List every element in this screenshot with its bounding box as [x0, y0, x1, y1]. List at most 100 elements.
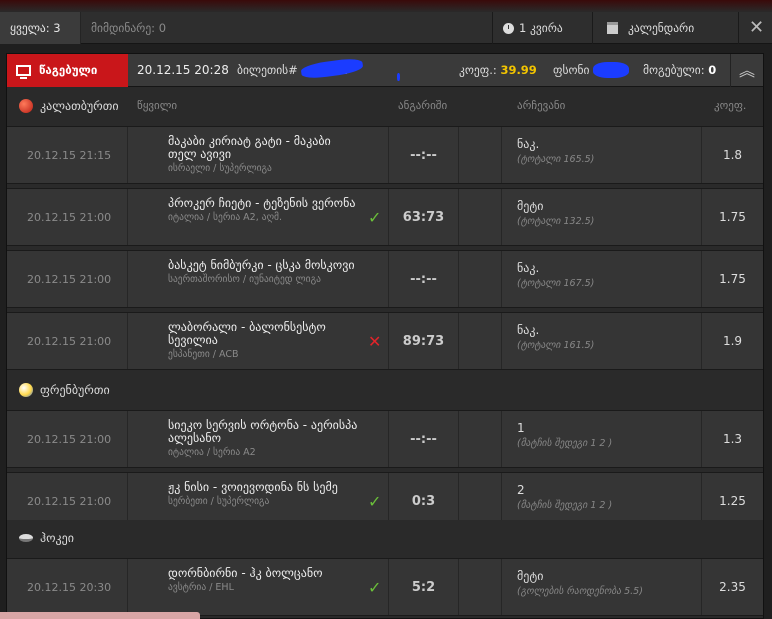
- event-cell: სიეკო სერვის ორტონა - აერისპა ალესანო იტ…: [128, 411, 389, 467]
- bet-row: 20.12.15 20:30 დორნბირნი - ჰკ ბოლცანო ავ…: [7, 558, 763, 616]
- ticket-status-badge: წაგებული: [7, 54, 128, 87]
- event-score: 89:73: [389, 313, 459, 369]
- bet-odd: 2.35: [719, 580, 746, 594]
- event-date: 20.12.15 21:00: [7, 313, 128, 369]
- event-date: 20.12.15 20:30: [7, 559, 128, 615]
- redaction-scribble: [593, 62, 629, 78]
- event-score: --:--: [389, 251, 459, 307]
- ticket-odds-label: კოეფ.:: [459, 63, 497, 77]
- event-name: ბასკეტ ნიმბურკი - ცსკა მოსკოვი: [168, 258, 355, 272]
- calendar-button[interactable]: კალენდარი: [592, 12, 738, 44]
- ticket-stake-label: ფსონი: [553, 63, 590, 77]
- bet-odd: 1.75: [719, 272, 746, 286]
- event-cell: მაკაბი კირიატ გატი - მაკაბი თელ ავივი ის…: [128, 127, 389, 183]
- event-date: 20.12.15 21:00: [7, 411, 128, 467]
- bet-choice: ნაკ.: [517, 323, 540, 337]
- ticket-card: წაგებული 20.12.15 20:28 ბილეთის# 36 კოეფ…: [6, 53, 764, 619]
- event-cell: ბასკეტ ნიმბურკი - ცსკა მოსკოვი საერთაშორ…: [128, 251, 389, 307]
- event-name: დორნბირნი - ჰკ ბოლცანო: [168, 566, 323, 580]
- event-score: 63:73: [389, 189, 459, 245]
- collapse-button[interactable]: ︽: [730, 54, 763, 87]
- ticket-win: მოგებული: 0: [643, 54, 716, 87]
- column-header-odd: კოეფ.: [714, 99, 747, 112]
- bet-row: 20.12.15 21:00 ლაბორალი - ბალონსესტო სევ…: [7, 312, 763, 370]
- filter-week-label: 1 კვირა: [519, 21, 563, 35]
- bet-detail: (ტოტალი 165.5): [517, 154, 595, 165]
- event-league: იტალია / სერია A2, აღმ.: [168, 212, 283, 223]
- event-name: პროკერ ჩიეტი - ტეზენის ვერონა: [168, 196, 356, 210]
- bet-choice: 1: [517, 421, 525, 435]
- checkmark-icon: ✓: [368, 208, 382, 227]
- horizontal-scrollbar[interactable]: [0, 612, 200, 619]
- event-league: ესპანეთი / ACB: [168, 349, 239, 360]
- tab-spacer: [190, 12, 492, 43]
- monitor-icon: [16, 65, 31, 79]
- tab-all[interactable]: ყველა: 3: [0, 12, 80, 44]
- clock-icon: [503, 22, 514, 34]
- bet-cell: მეტი (ტოტალი 132.5): [502, 189, 702, 245]
- event-date: 20.12.15 21:00: [7, 189, 128, 245]
- tab-bar: ყველა: 3 მიმდინარე: 0 1 კვირა კალენდარი …: [0, 12, 772, 44]
- event-score: --:--: [389, 127, 459, 183]
- column-header-score: ანგარიში: [398, 99, 448, 112]
- bet-row: 20.12.15 21:00 ბასკეტ ნიმბურკი - ცსკა მო…: [7, 250, 763, 308]
- event-league: საერთაშორისო / იუნაიტედ ლიგა: [168, 274, 321, 285]
- event-name: მაკაბი კირიატ გატი - მაკაბი თელ ავივი: [168, 134, 331, 161]
- bet-odd: 1.8: [722, 148, 743, 162]
- bet-cell: ნაკ. (ტოტალი 167.5): [502, 251, 702, 307]
- sport-name: ჰოკეი: [40, 531, 74, 545]
- bet-detail: (მატჩის შედეგი 1 2 ): [517, 500, 613, 511]
- ticket-win-value: 0: [708, 63, 717, 77]
- bet-odd: 1.75: [719, 210, 746, 224]
- top-border: [0, 0, 772, 12]
- ticket-odds: კოეფ.: 39.99: [459, 54, 537, 87]
- bet-cell: 1 (მატჩის შედეგი 1 2 ): [502, 411, 702, 467]
- ticket-status-label: წაგებული: [39, 63, 98, 77]
- checkmark-icon: ✓: [368, 578, 382, 597]
- column-header-pair: წყვილი: [137, 99, 178, 112]
- event-score: 5:2: [389, 559, 459, 615]
- calendar-icon: [607, 22, 618, 34]
- sport-name: ფრენბურთი: [40, 383, 110, 397]
- bet-choice: 2: [517, 483, 525, 497]
- bet-choice: ნაკ.: [517, 261, 540, 275]
- checkmark-icon: ✓: [368, 492, 382, 511]
- hockey-puck-icon: [19, 534, 33, 542]
- bet-detail: (ტოტალი 132.5): [517, 216, 595, 227]
- tab-pending[interactable]: მიმდინარე: 0: [80, 12, 190, 44]
- event-name: ლაბორალი - ბალონსესტო სევილია: [168, 320, 326, 347]
- cross-icon: ✕: [368, 332, 382, 351]
- event-cell: პროკერ ჩიეტი - ტეზენის ვერონა იტალია / ს…: [128, 189, 389, 245]
- ticket-number-label: ბილეთის#: [237, 63, 298, 77]
- sport-header-basketball: კალათბურთი წყვილი ანგარიში არჩევანი კოეფ…: [7, 88, 763, 124]
- empty-cell: [459, 127, 502, 183]
- empty-cell: [459, 411, 502, 467]
- redaction-scribble: [397, 73, 400, 81]
- redaction-scribble: [300, 56, 364, 81]
- bet-choice: მეტი: [517, 199, 544, 213]
- close-button[interactable]: ✕: [738, 12, 772, 44]
- empty-cell: [459, 189, 502, 245]
- bet-cell: ნაკ. (ტოტალი 161.5): [502, 313, 702, 369]
- bet-odd: 1.3: [722, 432, 743, 446]
- bet-row: 20.12.15 21:00 პროკერ ჩიეტი - ტეზენის ვე…: [7, 188, 763, 246]
- empty-cell: [459, 313, 502, 369]
- event-date: 20.12.15 21:00: [7, 251, 128, 307]
- empty-cell: [459, 251, 502, 307]
- sport-header-hockey: ჰოკეი: [7, 520, 763, 556]
- bet-odd: 1.9: [722, 334, 743, 348]
- volleyball-icon: [19, 383, 33, 397]
- ticket-odds-value: 39.99: [500, 63, 537, 77]
- event-name: სიეკო სერვის ორტონა - აერისპა ალესანო: [168, 418, 358, 445]
- ticket-win-label: მოგებული:: [643, 63, 705, 77]
- column-header-bet: არჩევანი: [517, 99, 566, 112]
- filter-week-button[interactable]: 1 კვირა: [492, 12, 592, 44]
- empty-cell: [459, 559, 502, 615]
- bet-cell: ნაკ. (ტოტალი 165.5): [502, 127, 702, 183]
- event-cell: ლაბორალი - ბალონსესტო სევილია ესპანეთი /…: [128, 313, 389, 369]
- event-league: სერბეთი / სუპერლიგა: [168, 496, 270, 507]
- bet-cell: მეტი (გოლების რაოდენობა 5.5): [502, 559, 702, 615]
- event-league: ისრაელი / სუპერლიგა: [168, 163, 272, 174]
- bet-detail: (მატჩის შედეგი 1 2 ): [517, 438, 613, 449]
- ticket-date: 20.12.15 20:28: [137, 63, 229, 77]
